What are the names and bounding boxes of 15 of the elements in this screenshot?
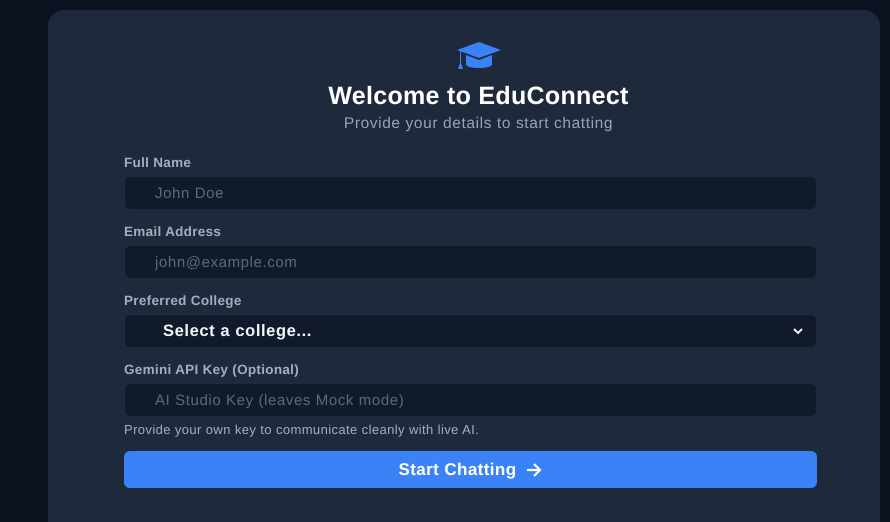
field-label: Full Name <box>124 155 192 170</box>
start-chatting-button[interactable]: Start Chatting <box>124 451 817 488</box>
welcome-title: Welcome to EduConnect <box>328 82 629 111</box>
subtitle: Provide your details to start chatting <box>344 115 614 133</box>
hint-text: Provide your own key to communicate cleanly with live AI. <box>124 422 480 437</box>
input-field[interactable]: John Doe <box>124 176 817 210</box>
graduation-cap-icon <box>454 40 502 72</box>
field-label: Email Address <box>124 224 222 239</box>
chevron-down-icon <box>792 327 804 335</box>
input-field[interactable]: AI Studio Key (leaves Mock mode) <box>124 383 817 417</box>
field-label: Gemini API Key (Optional) <box>124 362 300 377</box>
input-field[interactable]: john@example.com <box>124 245 817 279</box>
college-select[interactable]: Select a college... <box>124 314 817 348</box>
field-label: Preferred College <box>124 293 243 308</box>
arrow-right-icon <box>526 462 542 476</box>
